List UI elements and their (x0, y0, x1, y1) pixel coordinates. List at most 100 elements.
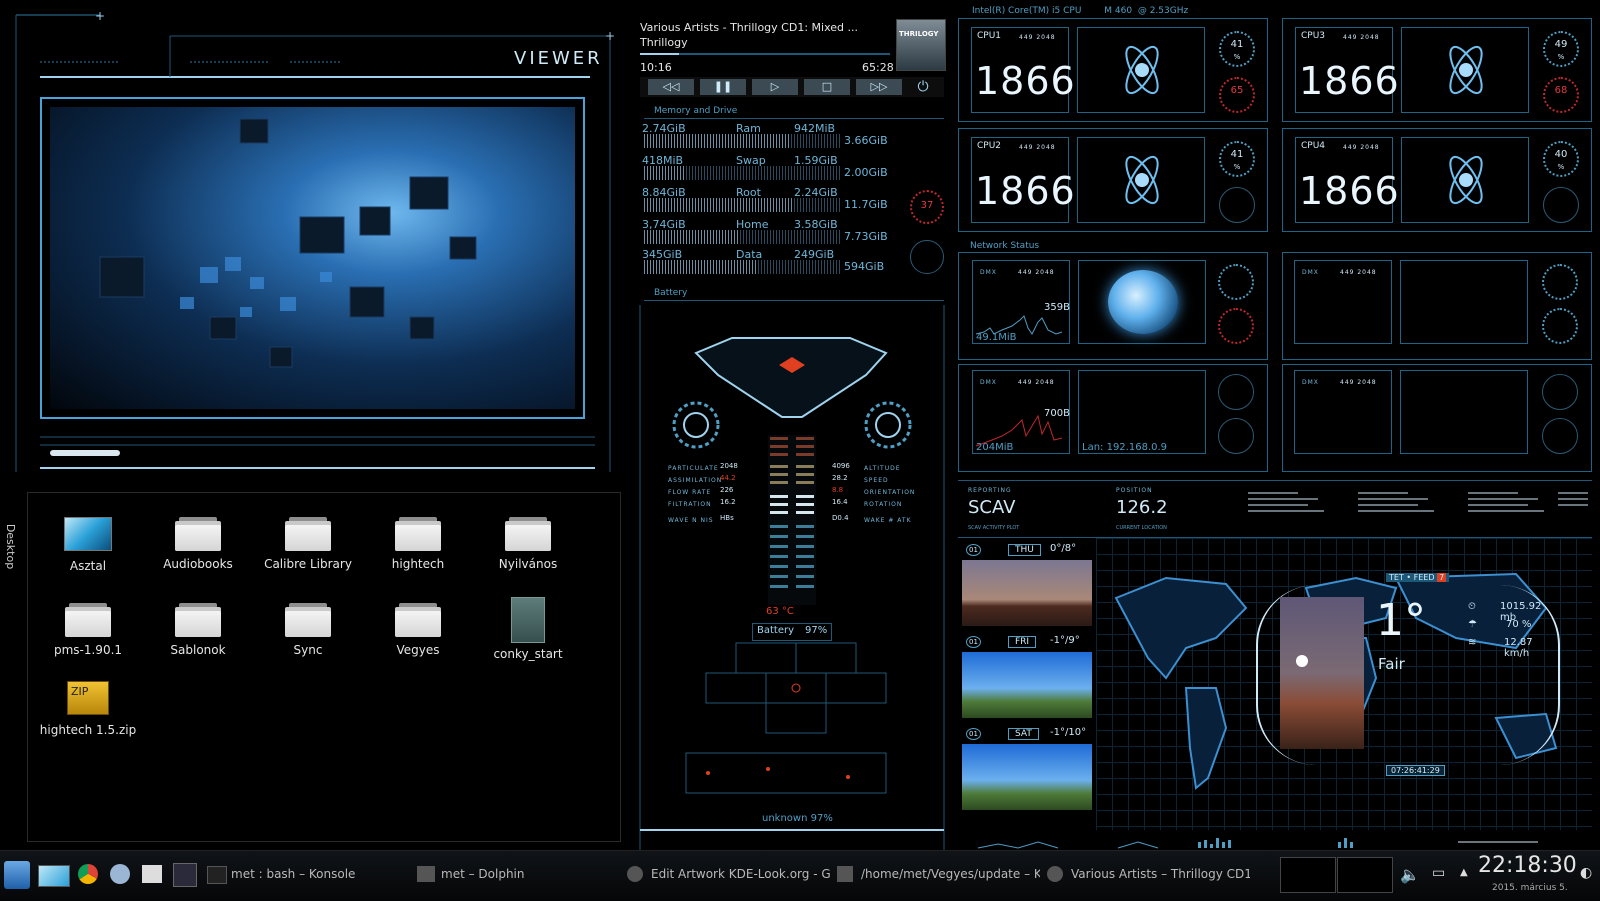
forecast-day-sat: 01 SAT -1°/10° (958, 726, 1094, 818)
desktop-icon-hightech-zip[interactable]: ZIP hightech 1.5.zip (38, 681, 138, 737)
mem-bar-fill (644, 198, 793, 212)
task-browser[interactable]: Edit Artwork KDE-Look.org - G (625, 851, 830, 901)
desktop-icon-nyilvanos[interactable]: Nyilvános (478, 517, 578, 571)
current-condition: Fair (1378, 655, 1405, 673)
media-player: Various Artists - Thrillogy CD1: Mixed .… (636, 15, 948, 105)
task-player[interactable]: Various Artists – Thrillogy CD1 (1045, 851, 1250, 901)
cpu-load-unit: % (1233, 163, 1241, 171)
tray-expand-icon[interactable]: ▲ (1460, 867, 1468, 878)
kde-launcher-icon[interactable] (4, 861, 30, 889)
files-launcher-icon[interactable] (142, 865, 162, 883)
task-dolphin[interactable]: met – Dolphin (415, 851, 620, 901)
stop-button[interactable]: □ (804, 79, 850, 95)
desktop-icon-asztal[interactable]: Asztal (38, 517, 138, 573)
download-total: 49.1MiB (976, 332, 1017, 343)
mem-total: 3.66GiB (844, 134, 888, 147)
net-gauge (1542, 308, 1578, 344)
terminal-launcher-icon[interactable] (173, 863, 197, 887)
mem-total: 11.7GiB (844, 198, 888, 211)
network-section-title: Network Status (970, 241, 1040, 251)
desktop-folder-view[interactable]: Asztal Audiobooks Calibre Library highte… (27, 492, 621, 842)
cpu-temp-gauge: 65 (1219, 77, 1255, 113)
viewer-image[interactable] (50, 107, 575, 409)
memory-section-title: Memory and Drive (654, 106, 738, 116)
cpu-panel-cpu1: CPU1 449 2048 1866 41% 65 (958, 18, 1268, 122)
center-hud: PARTICULATE ASSIMILATION FLOW RATE FILTR… (636, 305, 948, 850)
hud-value: 4096 (832, 462, 850, 470)
right-values: 4096 28.2 8.8 16.4 D0.4 (832, 462, 862, 526)
icon-label: Asztal (69, 559, 107, 573)
desktop-icon-conky-start[interactable]: conky_start (478, 597, 578, 661)
day-range: -1°/9° (1050, 635, 1080, 646)
mem-bar (644, 166, 840, 180)
day-num: 01 (966, 544, 981, 556)
rewind-button[interactable]: ◁◁ (648, 79, 694, 95)
desktop-icon-calibre[interactable]: Calibre Library (258, 517, 358, 571)
desktop-icon-vegyes[interactable]: Vegyes (368, 603, 468, 657)
day-name: SAT (1008, 728, 1039, 740)
net-gauge (1218, 308, 1254, 344)
humidity-value: 70 % (1506, 619, 1532, 630)
cpu-meta: 449 2048 (1019, 144, 1056, 151)
power-icon[interactable]: ⏻ (908, 77, 938, 97)
forward-button[interactable]: ▷▷ (856, 79, 902, 95)
weather-forecast: 01 THU 0°/8° 01 FRI -1°/9° 01 SAT -1°/10… (958, 542, 1094, 842)
forecast-image (962, 744, 1092, 810)
waveform-graphic (1248, 492, 1588, 512)
progress-track[interactable] (640, 53, 890, 55)
task-label: met : bash – Konsole (231, 867, 356, 881)
lan-address: Lan: 192.168.0.9 (1082, 442, 1168, 453)
desktop-icon-pms[interactable]: pms-1.90.1 (38, 603, 138, 657)
battery-section-title: Battery (654, 288, 688, 298)
mem-total: 594GiB (844, 260, 885, 273)
pager-desktop-1[interactable] (1280, 857, 1336, 893)
desktop-icon-sync[interactable]: Sync (258, 603, 358, 657)
icon-label: Sablonok (170, 643, 226, 657)
play-button[interactable]: ▷ (752, 79, 798, 95)
desktop-sidebar-tab[interactable]: Desktop (0, 490, 20, 610)
upload-total: 204MiB (976, 442, 1014, 453)
task-label: met – Dolphin (441, 867, 525, 881)
hud-label: PARTICULATE (668, 465, 719, 472)
mem-bar (644, 260, 840, 274)
script-icon (511, 597, 545, 643)
battery-box: Battery 97% (752, 623, 832, 641)
pager-desktop-2[interactable] (1337, 857, 1393, 893)
desktop-side-label: Desktop (4, 523, 18, 570)
volume-icon[interactable]: 🔈 (1400, 865, 1420, 884)
viewer-image-frame (40, 97, 585, 419)
hud-label: SPEED (864, 477, 889, 484)
hud-value: 28.2 (832, 474, 848, 482)
viewer-widget: + + VIEWER (0, 0, 625, 472)
forecast-image (962, 560, 1092, 626)
taskbar: met : bash – Konsole met – Dolphin Edit … (0, 850, 1600, 901)
net-gauge (1542, 418, 1578, 454)
icon-label: pms-1.90.1 (53, 643, 123, 657)
cpu-load: 41 (1230, 149, 1244, 160)
chrome-icon[interactable] (78, 864, 98, 884)
wind-value: 12.87 km/h (1504, 637, 1533, 659)
icon-label: Audiobooks (163, 557, 233, 571)
svg-text:+: + (95, 9, 105, 23)
folder-icon (417, 866, 435, 882)
desktop-launcher-icon[interactable] (38, 865, 70, 887)
pause-button[interactable]: ❚❚ (700, 79, 746, 95)
task-editor[interactable]: /home/met/Vegyes/update – K (835, 851, 1040, 901)
hud-value: 2048 (720, 462, 738, 470)
desktop-icon-audiobooks[interactable]: Audiobooks (148, 517, 248, 571)
app-launcher-icon[interactable] (110, 864, 130, 884)
day-name: FRI (1008, 636, 1037, 648)
feed-label: TET (1389, 573, 1404, 582)
task-konsole[interactable]: met : bash – Konsole (205, 851, 410, 901)
album-art[interactable]: THRILOGY (896, 19, 946, 71)
cpu-load-gauge: 40% (1543, 141, 1579, 177)
drive-temp-gauge: 37 (910, 190, 944, 224)
desktop-icon-hightech[interactable]: hightech (368, 517, 468, 571)
reporting-bar: REPORTING SCAV SCAV ACTIVITY PLOT POSITI… (958, 480, 1592, 538)
net-gauge (1218, 374, 1254, 410)
desktop-icon-sablonok[interactable]: Sablonok (148, 603, 248, 657)
clock-time[interactable]: 22:18:30 (1478, 853, 1577, 878)
network-icon[interactable]: ▭ (1432, 865, 1445, 881)
hud-label: ORIENTATION (864, 489, 916, 496)
dashboard-icon[interactable]: ◐ (1580, 865, 1592, 881)
